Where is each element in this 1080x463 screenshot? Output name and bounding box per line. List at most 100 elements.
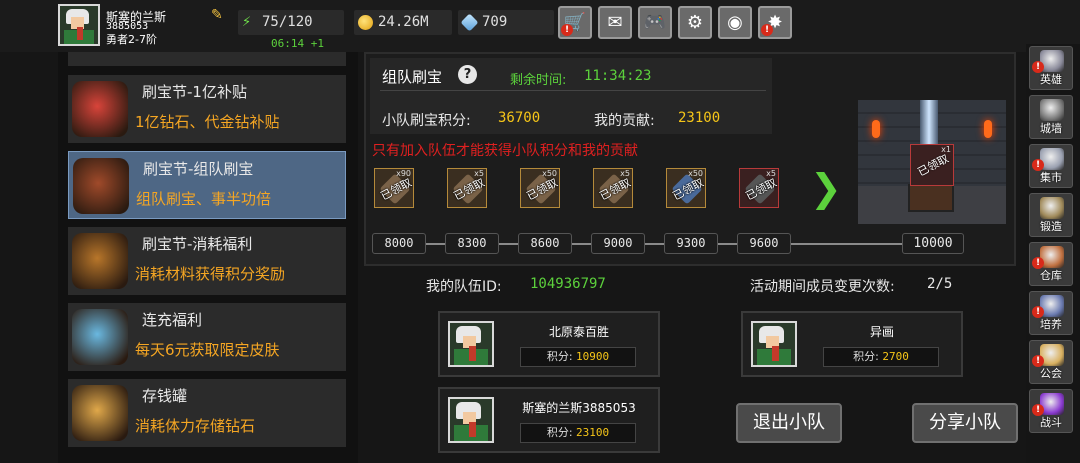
sidebar-label: 仓库 — [1040, 269, 1062, 282]
event-description: 每天6元获取限定皮肤 — [135, 341, 280, 359]
team-member-card[interactable]: 北原泰百胜积分: 10900 — [438, 311, 660, 377]
milestone-value: 8600 — [518, 233, 572, 254]
event-item[interactable]: 刷宝节-消耗福利消耗材料获得积分奖励 — [68, 227, 346, 295]
member-score: 积分: 2700 — [823, 347, 939, 367]
reward-slot[interactable]: x90 已领取 — [374, 168, 414, 208]
event-title: 刷宝节-1亿补贴 — [142, 83, 247, 101]
reward-slot[interactable]: x5 已领取 — [593, 168, 633, 208]
sidebar-label: 集市 — [1040, 171, 1062, 184]
avatar — [751, 321, 797, 367]
leave-team-button[interactable]: 退出小队 — [736, 403, 842, 443]
milestone-value: 8000 — [372, 233, 426, 254]
gold-value: 24.26M — [378, 14, 429, 30]
divider — [380, 90, 766, 91]
event-description: 消耗材料获得积分奖励 — [135, 265, 286, 283]
milestone-value: 8300 — [445, 233, 499, 254]
milestone-value: 9300 — [664, 233, 718, 254]
gold-coin-icon — [358, 15, 373, 30]
event-description: 消耗体力存储钻石 — [135, 417, 256, 435]
event-title: 刷宝节-组队刷宝 — [143, 160, 254, 178]
reward-slot[interactable]: x5 已领取 — [739, 168, 779, 208]
reward-slot[interactable]: x50 已领取 — [520, 168, 560, 208]
alert-badge: ! — [1032, 404, 1044, 416]
anvil-icon — [1040, 197, 1064, 219]
time-remaining-label: 剩余时间: — [510, 73, 567, 88]
join-team-warning: 只有加入队伍才能获得小队积分和我的贡献 — [372, 143, 638, 159]
score-value: 2700 — [882, 350, 909, 363]
wheel-button[interactable]: ◉ — [718, 6, 752, 39]
milestone-final: 10000 — [902, 233, 964, 254]
team-id-value: 104936797 — [530, 276, 606, 292]
team-id-label: 我的队伍ID: — [426, 279, 502, 295]
gold-counter[interactable]: 24.26M — [354, 10, 452, 35]
player-rank: 勇者2-7阶 — [106, 33, 157, 46]
final-reward-slot[interactable]: x1 已领取 — [910, 144, 954, 186]
member-changes-label: 活动期间成员变更次数: — [750, 279, 895, 295]
score-prefix: 积分: — [853, 350, 879, 363]
player-avatar[interactable] — [58, 4, 100, 46]
sidebar-item[interactable]: 英雄! — [1029, 46, 1073, 90]
member-score: 积分: 23100 — [520, 423, 636, 443]
team-member-card[interactable]: 异画 积分: 2700 — [741, 311, 963, 377]
event-title: 刷宝节-消耗福利 — [142, 235, 253, 253]
sidebar-item[interactable]: 培养! — [1029, 291, 1073, 335]
flower-icon — [72, 81, 128, 137]
sidebar-label: 公会 — [1040, 367, 1062, 380]
sidebar-item[interactable]: 战斗! — [1029, 389, 1073, 433]
alert-badge: ! — [1032, 355, 1044, 367]
sidebar-label: 培养 — [1040, 318, 1062, 331]
alert-badge: ! — [761, 24, 773, 36]
panel-title: 组队刷宝 — [382, 68, 443, 86]
milestone-value: 9600 — [737, 233, 791, 254]
reward-slot[interactable]: x50 已领取 — [666, 168, 706, 208]
event-item[interactable]: 刷宝节-组队刷宝 组队刷宝、事半功倍 — [68, 151, 346, 219]
member-changes-value: 2/5 — [927, 276, 953, 292]
lightning-icon: ⚡ — [242, 12, 252, 30]
event-item[interactable]: 连充福利 每天6元获取限定皮肤 — [68, 303, 346, 371]
avatar — [448, 321, 494, 367]
top-bar: 斯塞的兰斯 3885053 勇者2-7阶 ✎ ⚡ 75/120 06:14 +1… — [0, 0, 1080, 52]
my-contribution-label: 我的贡献: — [594, 113, 655, 129]
sidebar-item[interactable]: 城墙 — [1029, 95, 1073, 139]
event-item[interactable]: 存钱罐 消耗体力存储钻石 — [68, 379, 346, 447]
event-item[interactable]: 刷宝节-1亿补贴 1亿钻石、代金钻补贴 — [68, 75, 346, 143]
sidebar-label: 英雄 — [1040, 73, 1062, 86]
score-prefix: 积分: — [546, 426, 573, 439]
share-team-button[interactable]: 分享小队 — [912, 403, 1018, 443]
edit-icon[interactable]: ✎ — [211, 7, 227, 23]
settings-button[interactable]: ⚙ — [678, 6, 712, 39]
shop-button[interactable]: 🛒! — [558, 6, 592, 39]
panel-header: 组队刷宝 ? 剩余时间: 11:34:23 小队刷宝积分: 36700 我的贡献… — [370, 58, 772, 134]
open-chest-icon — [72, 233, 128, 289]
gear-icon: ⚙ — [686, 12, 704, 33]
event-list[interactable]: 刷宝节-1亿补贴 1亿钻石、代金钻补贴 刷宝节-组队刷宝 组队刷宝、事半功倍 刷宝节-消… — [58, 52, 358, 463]
sidebar-label: 战斗 — [1040, 416, 1062, 429]
sidebar-item[interactable]: 锻造 — [1029, 193, 1073, 237]
alert-badge: ! — [1032, 159, 1044, 171]
event-button[interactable]: ✸! — [758, 6, 792, 39]
sidebar-item[interactable]: 公会! — [1029, 340, 1073, 384]
time-remaining-value: 11:34:23 — [584, 68, 652, 84]
gamepad-icon: 🎮 — [643, 12, 667, 33]
avatar — [448, 397, 494, 443]
team-member-card[interactable]: 斯塞的兰斯3885053 积分: 23100 — [438, 387, 660, 453]
mail-icon: ✉ — [607, 12, 623, 33]
member-score: 积分: 10900 — [520, 347, 636, 367]
team-score-value: 36700 — [498, 110, 541, 126]
wall-icon — [1040, 99, 1064, 121]
gem-counter[interactable]: 709 — [458, 10, 554, 35]
sidebar-item[interactable]: 集市! — [1029, 144, 1073, 188]
treasure-chest-icon — [73, 158, 129, 214]
event-description: 1亿钻石、代金钻补贴 — [135, 113, 280, 131]
member-name: 北原泰百胜 — [548, 325, 609, 339]
color-wheel-icon: ◉ — [727, 12, 743, 33]
member-name: 斯塞的兰斯3885053 — [522, 401, 636, 415]
gamepad-button[interactable]: 🎮 — [638, 6, 672, 39]
mail-button[interactable]: ✉ — [598, 6, 632, 39]
energy-timer: 06:14 +1 — [271, 37, 324, 50]
sidebar-item[interactable]: 仓库! — [1029, 242, 1073, 286]
help-icon[interactable]: ? — [458, 65, 477, 84]
energy-counter[interactable]: ⚡ 75/120 — [238, 10, 344, 35]
reward-slot[interactable]: x5 已领取 — [447, 168, 487, 208]
claimed-stamp: 已领取 — [915, 151, 951, 179]
